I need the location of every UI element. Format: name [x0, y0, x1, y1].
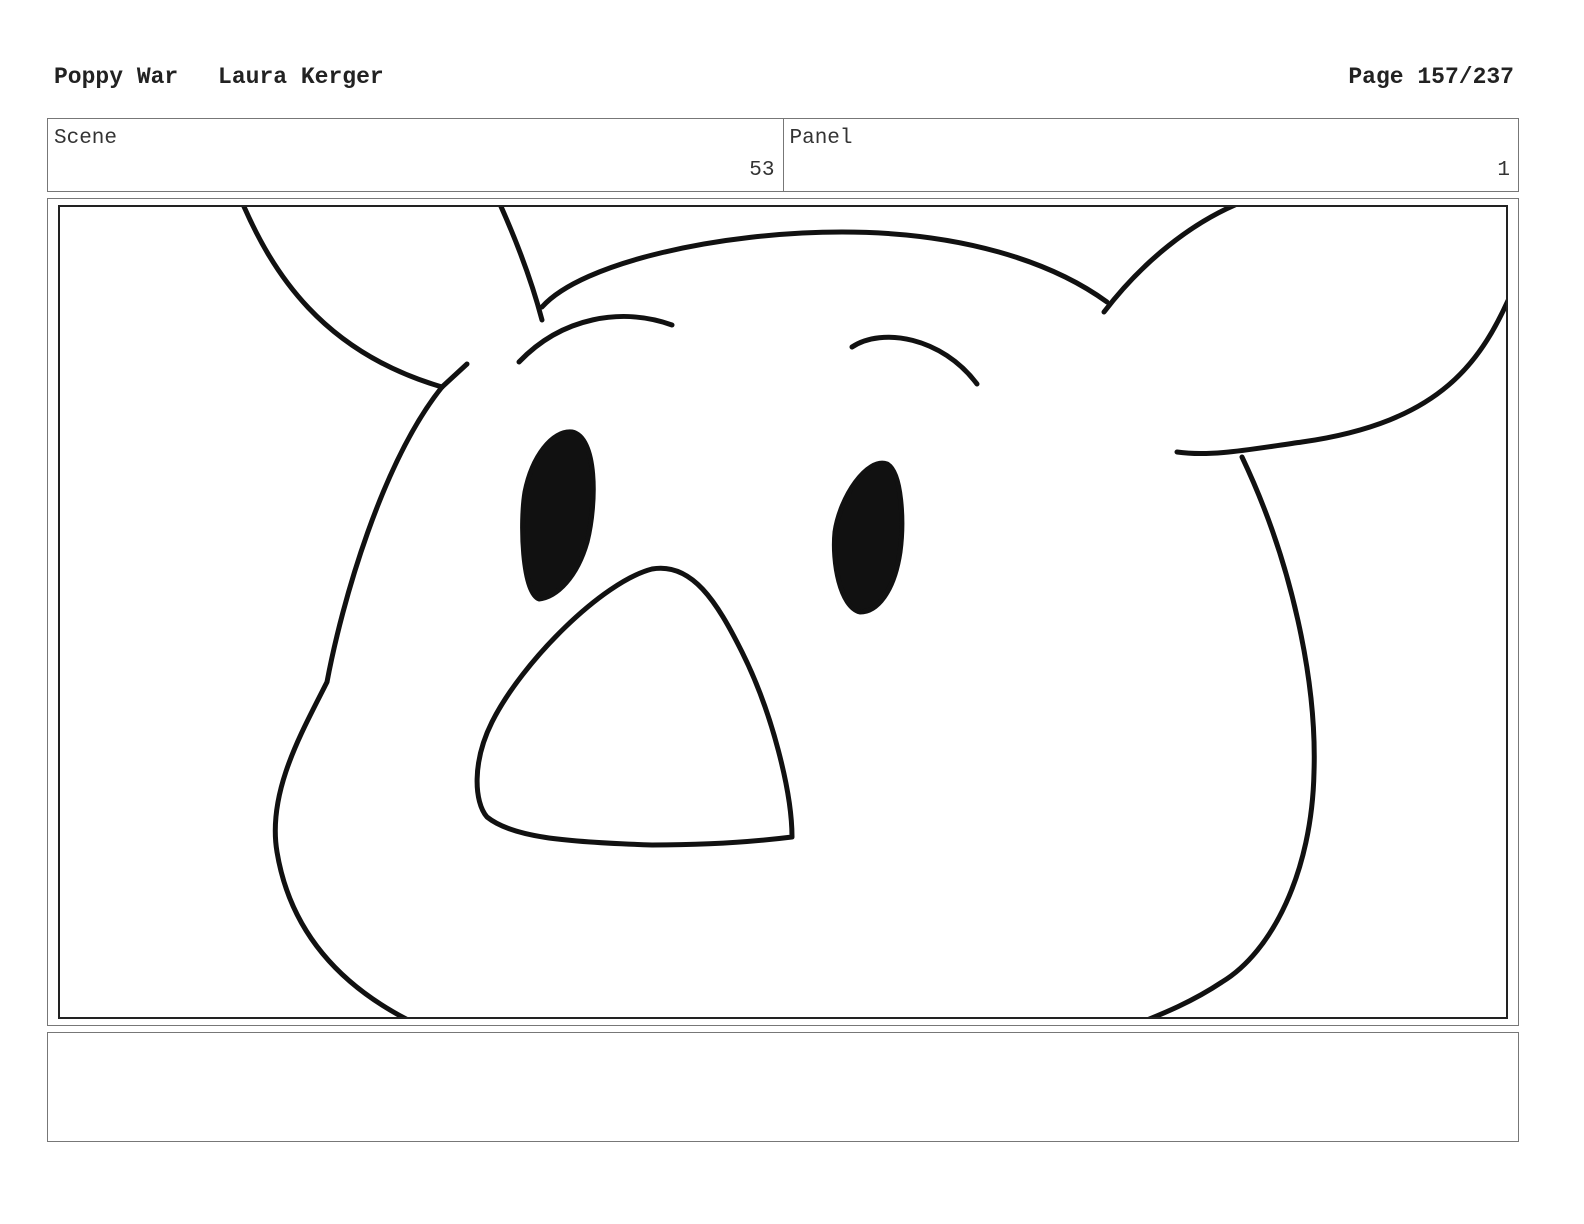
head-top	[539, 229, 1110, 310]
scene-cell: Scene 53	[48, 119, 783, 191]
project-title: Poppy War	[54, 64, 179, 90]
right-eye	[831, 460, 905, 615]
panel-cell: Panel 1	[782, 119, 1519, 191]
panel-notes	[47, 1032, 1519, 1142]
author-name: Laura Kerger	[218, 64, 384, 90]
scene-label: Scene	[54, 127, 118, 150]
page-number: Page 157/237	[1348, 64, 1514, 90]
left-ear-inner	[439, 361, 470, 390]
left-brow	[516, 314, 675, 365]
character-sketch	[241, 207, 1506, 1017]
scene-panel-info: Scene 53 Panel 1	[47, 118, 1519, 192]
snout	[474, 565, 795, 848]
left-ear	[241, 207, 445, 390]
right-brow	[849, 334, 980, 387]
panel-number: 1	[1497, 159, 1510, 182]
head-left-side	[272, 384, 445, 1017]
panel-label: Panel	[789, 127, 853, 150]
right-ear	[1174, 298, 1506, 457]
scene-number: 53	[749, 159, 775, 182]
left-eye	[520, 429, 596, 602]
panel-image	[58, 205, 1508, 1019]
storyboard-header: Poppy War Laura Kerger	[54, 64, 410, 90]
head-right-side	[1147, 454, 1317, 1017]
right-ear-top	[1101, 207, 1237, 315]
middle-tuft	[498, 207, 545, 323]
